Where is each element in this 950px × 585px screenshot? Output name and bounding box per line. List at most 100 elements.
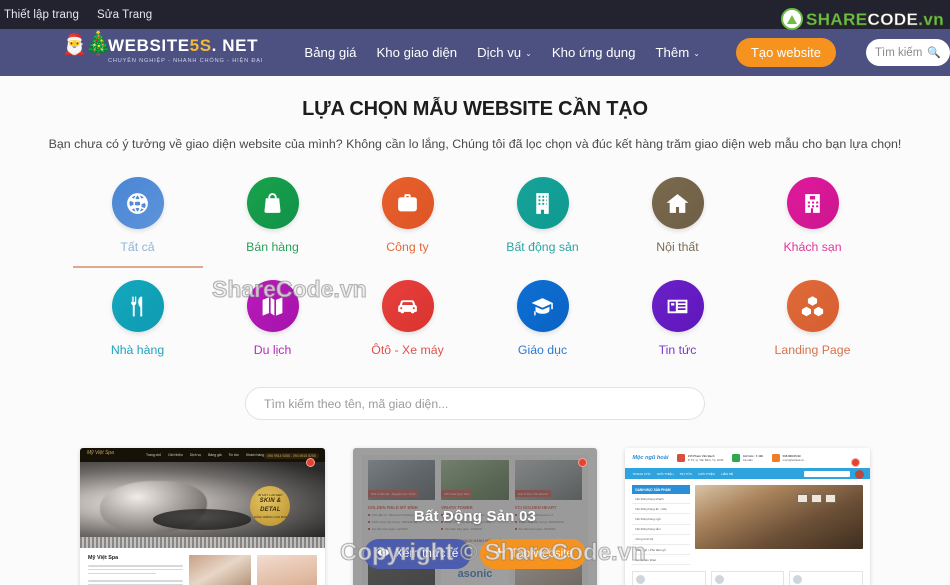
template-cards-grid: Mỹ Việt Spa Trang chủ Giới thiệu Dịch vụ… — [80, 448, 870, 585]
chevron-down-icon: ⌄ — [693, 49, 700, 58]
fu-contact: Giờ làm : 7-19h Cả tuần — [732, 454, 763, 462]
spa-nav-item: Tin tức — [228, 453, 239, 457]
create-website-button[interactable]: Tạo website — [735, 38, 836, 67]
logo-text-main: WEBSITE — [108, 36, 190, 55]
category-label: Bán hàng — [246, 240, 299, 254]
category-ban-hang[interactable]: Bán hàng — [205, 177, 340, 262]
card-status-dot[interactable] — [851, 458, 860, 467]
category-tat-ca[interactable]: Tất cả — [70, 177, 205, 262]
admin-item-settings[interactable]: Thiết lập trang — [4, 9, 79, 21]
category-label: Công ty — [386, 240, 429, 254]
text-line — [88, 572, 157, 575]
view-demo-button[interactable]: Xem thực tế — [364, 538, 472, 569]
navbar-search-box[interactable]: Tìm kiếm 🔍 — [866, 39, 950, 66]
plus-icon — [493, 546, 505, 561]
fu-site-logo: Mộc ngũ hoài — [632, 455, 669, 461]
fu-site-header: Mộc ngũ hoài 215 Phạm Văn Bạch P. 15, Q.… — [625, 448, 870, 468]
furniture-template-card[interactable]: Mộc ngũ hoài 215 Phạm Văn Bạch P. 15, Q.… — [625, 448, 870, 585]
clock-icon — [732, 454, 741, 462]
search-icon: 🔍 — [927, 47, 941, 59]
truck-icon — [714, 575, 724, 585]
real-estate-screenshot: Nhà ở liền kề - Nguyễn Cư Trinh GOLDEN F… — [352, 448, 598, 585]
spa-nav-item: Khách hàng — [245, 453, 265, 457]
nav-link-them[interactable]: Thêm ⌄ — [655, 45, 699, 60]
category-giao-duc[interactable]: Giáo dục — [475, 280, 610, 365]
category-label: Ôtô - Xe máy — [371, 343, 444, 357]
category-cong-ty[interactable]: Công ty — [340, 177, 475, 262]
logo-tagline: CHUYÊN NGHIỆP - NHANH CHÓNG - HIỆN ĐẠI — [108, 58, 264, 64]
fu-sidebar-item: Tranh gỗ / Phù điêu gỗ — [632, 545, 691, 556]
fu-wall-frames — [797, 493, 837, 503]
fu-feature: TƯ VẤN HỖ TRỢ 24/7Đội ngũ nhân viên nhiệ… — [789, 571, 864, 585]
spa-screenshot: Mỹ Việt Spa Trang chủ Giới thiệu Dịch vụ… — [80, 448, 325, 585]
map-icon — [246, 280, 299, 332]
category-oto-xe-may[interactable]: Ôtô - Xe máy — [340, 280, 475, 365]
category-label: Tin tức — [658, 343, 697, 357]
nav-link-label: Kho giao diện — [376, 45, 458, 60]
fu-contact-sub: P. 15, Q. Tân Bình, Tp. HCM — [687, 458, 724, 462]
fu-sidebar: DANH MỤC SẢN PHẨM Nội thất phòng khách N… — [632, 485, 691, 566]
nav-link-dich-vu[interactable]: Dịch vụ ⌄ — [477, 45, 532, 60]
nav-link-bang-gia[interactable]: Bảng giá — [304, 45, 356, 60]
fu-sidebar-item: Công trình kỹ — [632, 535, 691, 545]
category-du-lich[interactable]: Du lịch — [205, 280, 340, 365]
view-demo-label: Xem thực tế — [395, 547, 459, 560]
nav-link-label: Bảng giá — [304, 45, 357, 60]
real-estate-template-card[interactable]: Nhà ở liền kề - Nguyễn Cư Trinh GOLDEN F… — [352, 448, 598, 585]
category-khach-san[interactable]: Khách sạn — [745, 177, 880, 262]
card-status-dot[interactable] — [305, 458, 315, 467]
category-tin-tuc[interactable]: Tin tức — [610, 280, 745, 365]
fu-nav-item: LIÊN HỆ — [721, 471, 734, 476]
nav-link-kho-ung-dung[interactable]: Kho ứng dụng — [552, 45, 636, 60]
spa-site-logo: Mỹ Việt Spa — [87, 450, 114, 456]
chevron-down-icon: ⌄ — [525, 49, 532, 58]
site-logo[interactable]: 🎅 🎄 WEBSITE5S. NET CHUYÊN NGHIỆP - NHANH… — [62, 29, 262, 76]
spa-site-header: Mỹ Việt Spa Trang chủ Giới thiệu Dịch vụ… — [80, 448, 325, 462]
template-search-placeholder: Tìm kiếm theo tên, mã giao diện... — [264, 396, 449, 411]
spa-body: Mỹ Việt Spa Đặt lịch ngay Chia sẻ Facebo… — [80, 548, 325, 585]
spa-hero-strip — [80, 537, 325, 548]
template-search-input[interactable]: Tìm kiếm theo tên, mã giao diện... — [245, 387, 705, 420]
create-website-overlay-label: Tạo website — [510, 547, 573, 560]
fu-nav-item: TIN TỨC — [679, 471, 693, 476]
admin-item-edit-page[interactable]: Sửa Trang — [97, 9, 152, 21]
boxes-icon — [786, 280, 839, 332]
cutlery-icon — [111, 280, 164, 332]
create-website-overlay-button[interactable]: Tạo website — [480, 538, 586, 569]
admin-bar: Thiết lập trang Sửa Trang — [0, 0, 950, 29]
car-icon — [381, 280, 434, 332]
main-navbar: 🎅 🎄 WEBSITE5S. NET CHUYÊN NGHIỆP - NHANH… — [0, 29, 950, 76]
spa-nav-item: Giới thiệu — [168, 453, 183, 457]
category-nha-hang[interactable]: Nhà hàng — [70, 280, 205, 365]
fu-contact: 096.898.66.99 mocnghethuat.vn — [772, 454, 804, 462]
newspaper-icon — [651, 280, 704, 332]
fu-nav-item: GIỚI THIỆU — [656, 471, 674, 476]
spa-hero-image: BÍ MẬT LÀM ĐẸP SKIN & DETAL DÀNH RIÊNG C… — [80, 462, 325, 548]
fu-hero-image — [695, 485, 863, 549]
category-bat-dong-san[interactable]: Bất động sản — [475, 177, 610, 262]
spa-template-card[interactable]: Mỹ Việt Spa Trang chủ Giới thiệu Dịch vụ… — [80, 448, 325, 585]
fu-features-row: SẢN PHẨM ĐA DẠNGSản phẩm đa dạng, mẫu mã… — [625, 565, 870, 585]
nav-link-kho-giao-dien[interactable]: Kho giao diện — [376, 45, 457, 60]
text-line — [88, 565, 183, 567]
fu-contact: 215 Phạm Văn Bạch P. 15, Q. Tân Bình, Tp… — [677, 454, 723, 462]
fu-sidebar-item: Nội thất phòng ăn - bếp — [632, 504, 691, 515]
headset-icon — [793, 575, 803, 585]
graduation-icon — [516, 280, 569, 332]
eye-icon — [377, 546, 390, 562]
category-noi-that[interactable]: Nội thất — [610, 177, 745, 262]
phone-icon — [772, 454, 781, 462]
category-grid: Tất cả Bán hàng Công ty Bất động sản Nội… — [70, 177, 880, 365]
card-hover-overlay: Bất Động Sản 03 Xem thực tế Tạo website — [352, 448, 598, 585]
fu-sidebar-item: Nội thất phòng khách — [632, 494, 691, 505]
fu-search-box — [804, 470, 850, 477]
category-landing-page[interactable]: Landing Page — [745, 280, 880, 365]
spa-nav-item: Bảng giá — [208, 453, 222, 457]
briefcase-icon — [381, 177, 434, 229]
logo-text-accent: 5S — [189, 36, 212, 55]
fu-sidebar-item: Nội thất phòng tắm — [632, 525, 691, 535]
spa-hero-badge: BÍ MẬT LÀM ĐẸP SKIN & DETAL DÀNH RIÊNG C… — [250, 486, 291, 527]
text-line — [88, 568, 183, 571]
category-label: Du lịch — [253, 343, 292, 357]
navbar-search-placeholder: Tìm kiếm — [875, 46, 923, 59]
